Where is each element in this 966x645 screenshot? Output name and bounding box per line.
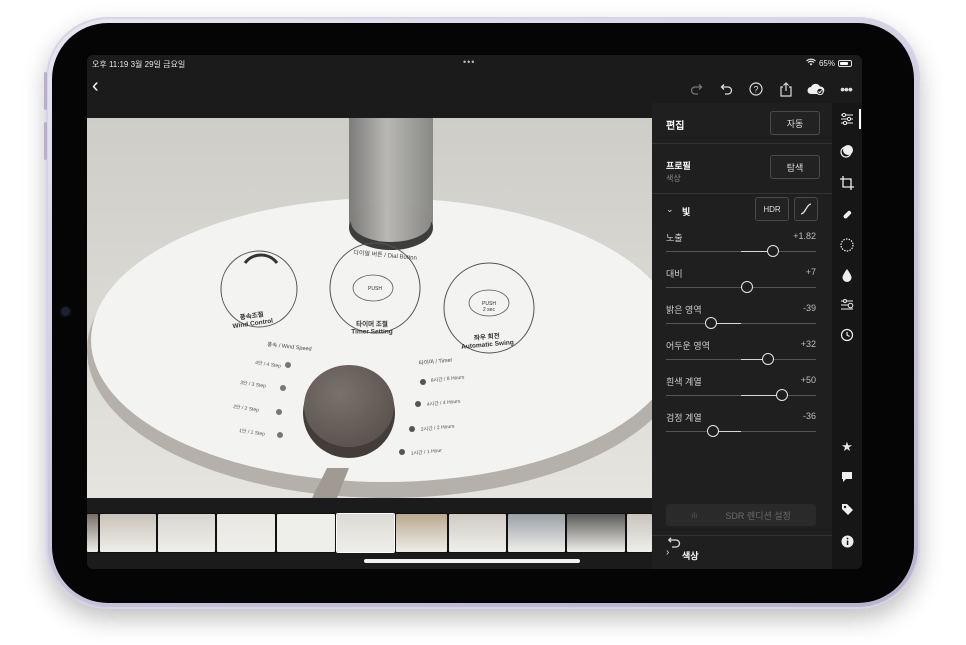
slider-knob[interactable] [705,317,717,329]
filmstrip-thumbnail[interactable] [277,514,335,552]
active-tool-indicator [859,109,861,129]
light-drop-icon[interactable] [839,267,855,283]
profile-title: 프로필 [666,161,691,171]
sdr-rendition-button[interactable]: ılı SDR 렌디션 설정 [666,504,816,526]
push-2sec-label: PUSH 2 sec [482,301,496,313]
filmstrip-thumbnail[interactable] [396,514,447,552]
tone-curve-button[interactable] [794,197,818,221]
back-button[interactable]: ‹ [92,76,99,96]
top-toolbar: ‹ ? ••• [87,73,862,103]
filmstrip-thumbnail[interactable] [158,514,215,552]
healing-icon[interactable] [839,207,855,223]
home-indicator[interactable] [364,559,580,563]
masking-icon[interactable] [839,237,855,253]
slider-track[interactable] [666,431,816,432]
slider-value[interactable]: +1.82 [793,231,816,241]
multitasking-dots[interactable]: ••• [463,57,475,67]
crop-icon[interactable] [839,175,855,191]
slider-knob[interactable] [775,389,788,401]
browse-profile-button[interactable]: 탐색 [770,155,820,179]
filmstrip[interactable] [87,513,652,553]
profile-value: 색상 [666,174,681,183]
battery-icon [838,59,852,67]
help-icon[interactable]: ? [747,80,765,98]
front-camera [61,307,70,316]
hdr-button[interactable]: HDR [755,197,789,221]
history-icon[interactable] [839,327,855,343]
reset-icon [667,537,681,548]
chart-icon: ılı [691,510,698,520]
more-icon[interactable]: ••• [837,80,855,98]
filmstrip-thumbnail[interactable] [100,514,156,552]
filmstrip-thumbnail[interactable] [87,514,98,552]
tag-icon[interactable] [839,501,855,517]
cloud-sync-icon[interactable] [807,80,825,98]
color-section-title[interactable]: 색상 [682,549,699,562]
volume-button [44,72,47,110]
status-right: 65% [806,58,852,68]
share-icon[interactable] [777,80,795,98]
slider-value[interactable]: +32 [801,339,816,349]
slider-label: 검정 계열 [666,413,702,423]
slider-value[interactable]: +7 [806,267,816,277]
slider-label: 밝은 영역 [666,305,702,315]
photo-image: 다이얼 버튼 / Dial Button 풍속조절Wind Control PU… [87,118,652,498]
svg-text:?: ? [753,85,758,95]
app-screen: 오후 11:19 3월 29일 금요일 ••• 65% ‹ ? ••• 다이얼 … [87,55,862,569]
slider-knob[interactable] [762,353,774,365]
slider-value[interactable]: +50 [801,375,816,385]
filmstrip-thumbnail[interactable] [217,514,275,552]
tone-curve-icon [800,203,812,215]
adjust-sliders-icon[interactable] [839,111,855,127]
slider-label: 어두운 영역 [666,341,710,351]
filmstrip-thumbnail[interactable] [627,514,652,552]
volume-button [44,122,47,160]
effects-icon[interactable] [839,297,855,313]
tool-rail: ★ [832,103,862,569]
status-time: 오후 11:19 3월 29일 금요일 [92,60,186,69]
divider [652,143,832,144]
slider-knob[interactable] [766,245,779,257]
push-label: PUSH [368,286,382,292]
slider-label: 노출 [666,233,683,243]
battery-percent: 65% [818,58,835,68]
slider-label: 흰색 계열 [666,377,702,387]
sdr-rendition-label: SDR 렌디션 설정 [725,510,791,521]
status-bar: 오후 11:19 3월 29일 금요일 ••• 65% [87,55,862,73]
auto-button[interactable]: 자동 [770,111,820,135]
redo-icon[interactable] [687,80,705,98]
reset-button[interactable] [667,535,683,549]
filmstrip-thumbnail[interactable] [567,514,625,552]
slider-value[interactable]: -39 [803,303,816,313]
edit-panel: 편집 자동 프로필 색상 탐색 ⌄ 빛 HDR 노출 +1.82 대비 +7 밝은 영역… [652,103,832,569]
chevron-down-icon[interactable]: ⌄ [666,204,674,215]
presets-icon[interactable] [839,143,855,159]
star-icon[interactable]: ★ [839,439,855,455]
comment-icon[interactable] [839,469,855,485]
divider [652,193,832,194]
slider-label: 대비 [666,269,683,279]
filmstrip-thumbnail[interactable] [449,514,506,552]
filmstrip-thumbnail[interactable] [508,514,565,552]
light-section-title[interactable]: 빛 [682,205,690,218]
slider-value[interactable]: -36 [803,411,816,421]
slider-knob[interactable] [706,425,719,437]
wifi-icon [806,58,816,68]
info-icon[interactable] [839,533,855,549]
slider-track[interactable] [666,323,816,324]
undo-icon[interactable] [717,80,735,98]
edit-title: 편집 [666,121,685,132]
photo-canvas[interactable]: 다이얼 버튼 / Dial Button 풍속조절Wind Control PU… [87,118,652,498]
slider-knob[interactable] [741,281,753,293]
filmstrip-thumbnail[interactable] [336,513,395,553]
timer-setting-label: 타이머 조절 Timer Setting [351,319,392,335]
